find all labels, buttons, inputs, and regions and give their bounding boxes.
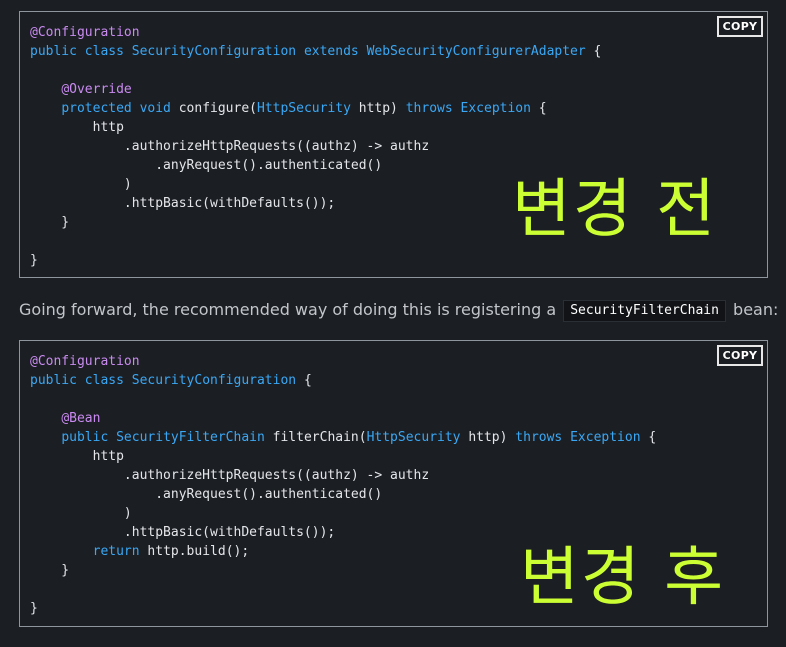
- code-line: .authorizeHttpRequests((authz) -> authz: [30, 466, 656, 485]
- code-token: .httpBasic(withDefaults());: [30, 196, 336, 211]
- code-token: .anyRequest().authenticated(): [30, 158, 383, 173]
- code-token: http): [460, 430, 516, 445]
- code-line: @Override: [30, 80, 601, 99]
- code-token: @Bean: [61, 411, 101, 426]
- code-token: ): [30, 177, 132, 192]
- code-token: }: [30, 215, 70, 230]
- code-line: http: [30, 118, 601, 137]
- code-token: HttpSecurity: [366, 430, 461, 445]
- code-token: {: [296, 373, 312, 388]
- code-token: throws: [515, 430, 571, 445]
- code-token: {: [585, 44, 602, 59]
- code-token: .authorizeHttpRequests((authz) -> authz: [30, 139, 430, 154]
- code-token: http): [350, 101, 406, 116]
- overlay-label-before: 변경 전: [512, 173, 717, 247]
- code-token: .httpBasic(withDefaults());: [30, 525, 336, 540]
- prose-text-end: bean:: [733, 300, 779, 319]
- code-line: protected void configure(HttpSecurity ht…: [30, 99, 601, 118]
- code-token: .authorizeHttpRequests((authz) -> authz: [30, 468, 430, 483]
- code-token: {: [530, 101, 547, 116]
- code-line: http: [30, 447, 656, 466]
- code-line: @Bean: [30, 409, 656, 428]
- code-token: public class: [30, 373, 132, 388]
- code-token: @Override: [61, 82, 132, 97]
- code-token: extends: [303, 44, 367, 59]
- code-token: }: [30, 253, 38, 268]
- code-token: Exception: [570, 430, 641, 445]
- code-token: public: [61, 430, 117, 445]
- code-line: @Configuration: [30, 352, 656, 371]
- code-token: http: [30, 449, 124, 464]
- code-line: public class SecurityConfiguration exten…: [30, 42, 601, 61]
- code-token: }: [30, 563, 70, 578]
- prose-paragraph: Going forward, the recommended way of do…: [19, 298, 778, 322]
- copy-button[interactable]: COPY: [717, 345, 763, 366]
- code-token: protected void: [61, 101, 179, 116]
- code-line: .authorizeHttpRequests((authz) -> authz: [30, 137, 601, 156]
- code-token: throws: [405, 101, 461, 116]
- code-token: HttpSecurity: [257, 101, 351, 116]
- code-line: .httpBasic(withDefaults());: [30, 523, 656, 542]
- code-token: ): [30, 506, 132, 521]
- code-token: Exception: [460, 101, 531, 116]
- copy-button[interactable]: COPY: [717, 16, 763, 37]
- code-line: public SecurityFilterChain filterChain(H…: [30, 428, 656, 447]
- code-token: return: [92, 544, 148, 559]
- code-token: public class: [30, 44, 132, 59]
- overlay-label-after: 변경 후: [520, 541, 725, 615]
- code-line: @Configuration: [30, 23, 601, 42]
- code-line: }: [30, 251, 601, 270]
- page: COPY @Configuration public class Security…: [0, 0, 786, 647]
- code-token: SecurityFilterChain: [116, 430, 265, 445]
- code-token: @Configuration: [30, 25, 140, 40]
- code-token: http: [30, 120, 124, 135]
- code-token: .anyRequest().authenticated(): [30, 487, 383, 502]
- code-token: SecurityConfiguration: [131, 44, 304, 59]
- inline-code: SecurityFilterChain: [563, 300, 726, 322]
- screenshot-crop-edge: [771, 150, 786, 278]
- code-line: ): [30, 504, 656, 523]
- code-token: SecurityConfiguration: [131, 373, 297, 388]
- code-token: @Configuration: [30, 354, 140, 369]
- code-token: configure(: [178, 101, 257, 116]
- prose-text: Going forward, the recommended way of do…: [19, 300, 557, 319]
- code-token: WebSecurityConfigurerAdapter: [366, 44, 586, 59]
- code-token: }: [30, 601, 38, 616]
- code-token: filterChain(: [264, 430, 367, 445]
- code-line: .anyRequest().authenticated(): [30, 485, 656, 504]
- code-token: {: [640, 430, 657, 445]
- code-line: public class SecurityConfiguration {: [30, 371, 656, 390]
- code-token: http.build();: [147, 544, 250, 559]
